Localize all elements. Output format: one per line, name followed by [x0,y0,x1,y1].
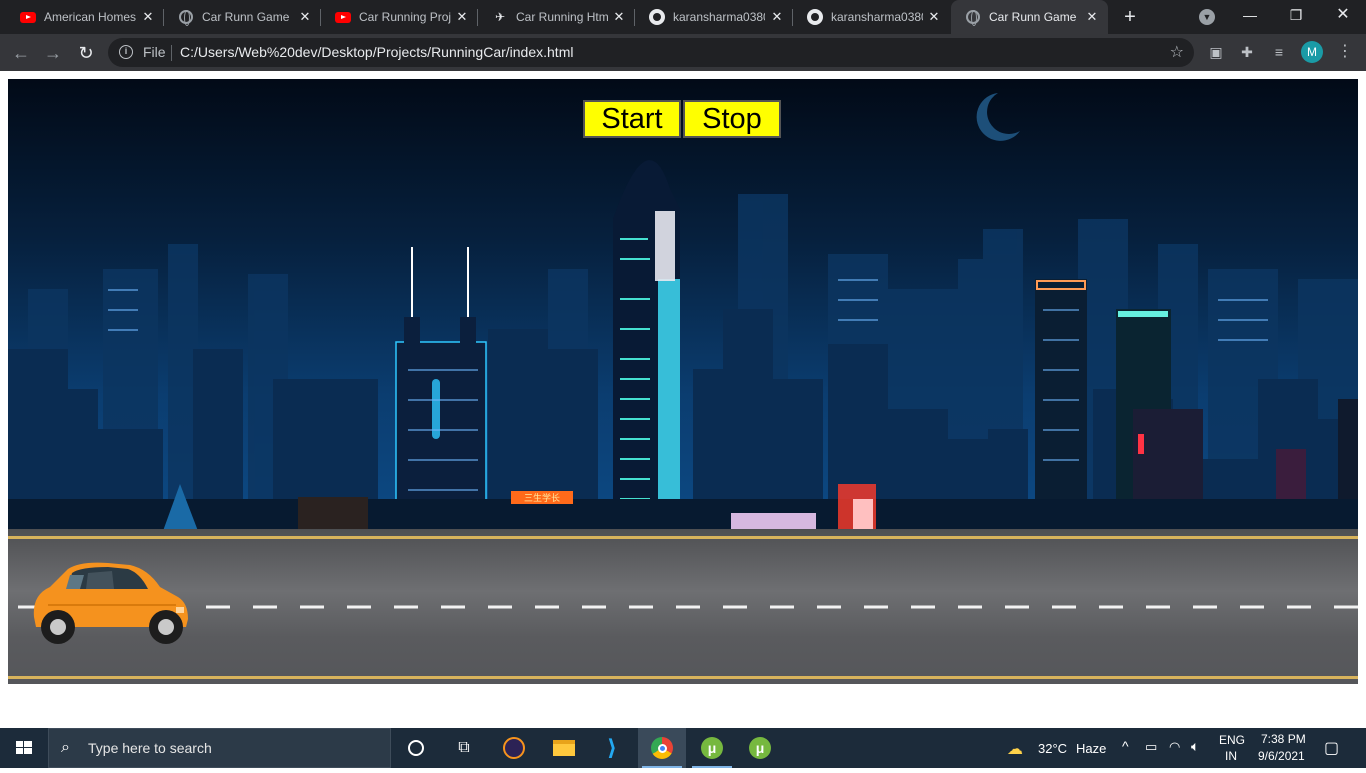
volume-icon[interactable]: 🔈︎ [1191,738,1199,755]
windows-taskbar: ⌕ Type here to search ⧉ ⟩ μ μ ☁ 32°C Haz… [0,728,1366,768]
page-viewport: 三生学长 Start Stop [0,71,1366,728]
tab-title: American Homes [44,10,136,24]
close-window-button[interactable]: ✕ [1320,0,1366,30]
close-icon[interactable]: ✕ [926,9,942,25]
tab-title: Car Runn Game [989,10,1077,24]
minimize-button[interactable]: — [1227,0,1273,30]
profile-avatar[interactable]: M [1301,41,1323,63]
close-icon[interactable]: ✕ [454,9,470,25]
tab-american-homes[interactable]: American Homes ✕ [6,0,164,34]
close-icon[interactable]: ✕ [1084,9,1100,25]
forward-button[interactable]: → [40,40,66,66]
taskbar-search-box[interactable]: ⌕ Type here to search [48,728,391,768]
language-secondary[interactable]: IN [1225,749,1237,763]
vscode-icon[interactable]: ⟩ [588,728,636,768]
wifi-icon[interactable]: ◠ [1169,739,1180,755]
weather-temp[interactable]: 32°C [1038,741,1067,756]
chrome-taskbar-icon[interactable] [638,728,686,768]
utorrent-icon[interactable]: μ [688,728,736,768]
url-text[interactable]: C:/Users/Web%20dev/Desktop/Projects/Runn… [180,44,573,60]
globe-icon [965,9,981,26]
scheme-label: File [143,44,166,60]
tab-title: Car Running Proj [359,10,451,24]
moon-icon [976,93,1020,141]
clock-date[interactable]: 9/6/2021 [1258,749,1305,763]
language-primary[interactable]: ENG [1219,733,1245,747]
file-explorer-icon[interactable] [540,728,588,768]
stop-button[interactable]: Stop [683,100,781,138]
youtube-icon [335,9,351,25]
weather-icon[interactable]: ☁ [1007,739,1023,759]
road [8,529,1358,684]
info-icon[interactable]: i [119,45,133,59]
extensions-icon[interactable]: ✚ [1237,42,1257,62]
weather-condition[interactable]: Haze [1076,741,1106,756]
tab-car-running-proj[interactable]: Car Running Proj ✕ [321,0,478,34]
reload-button[interactable]: ↻ [73,40,99,66]
search-placeholder: Type here to search [88,740,212,756]
skyline-illustration: 三生学长 [8,93,1358,532]
new-tab-button[interactable]: + [1118,5,1142,29]
game-canvas: 三生学长 Start Stop [8,79,1358,684]
browser-toolbar: ← → ↻ i File C:/Users/Web%20dev/Desktop/… [0,34,1366,71]
lane-markings [18,605,1358,609]
game-controls: Start Stop [583,100,781,138]
tab-title: Car Runn Game [202,10,290,24]
tab-github-1[interactable]: karansharma0380 ✕ [635,0,793,34]
tab-car-runn-game[interactable]: Car Runn Game ✕ [164,0,321,34]
tab-strip: American Homes ✕ Car Runn Game ✕ Car Run… [0,0,1366,34]
globe-icon [178,9,194,26]
bookmark-star-icon[interactable]: ☆ [1170,42,1184,62]
github-icon [807,9,823,25]
menu-kebab-icon[interactable]: ⋮ [1335,42,1355,62]
tab-title: karansharma0380 [831,10,923,24]
close-icon[interactable]: ✕ [611,9,627,25]
cortana-icon[interactable] [392,728,440,768]
eclipse-app-icon[interactable] [490,728,538,768]
clock-time[interactable]: 7:38 PM [1261,732,1306,746]
media-control-icon[interactable]: ≡ [1269,42,1289,62]
tab-github-2[interactable]: karansharma0380 ✕ [793,0,950,34]
tab-search-icon[interactable]: ▼ [1199,9,1215,25]
youtube-icon [20,9,36,25]
task-view-icon[interactable]: ⧉ [440,728,488,768]
extension-puzzle-icon[interactable]: ▣ [1206,42,1226,62]
player-car [33,562,188,644]
chevron-up-icon[interactable]: ^ [1122,738,1129,754]
divider [171,45,172,61]
city-background: 三生学长 [8,79,1358,532]
address-bar[interactable]: i File C:/Users/Web%20dev/Desktop/Projec… [108,38,1194,67]
tab-car-running-htm[interactable]: ✈ Car Running Htm ✕ [478,0,635,34]
close-icon[interactable]: ✕ [769,9,785,25]
start-button[interactable]: Start [583,100,681,138]
windows-start-button[interactable] [0,728,48,768]
tab-title: Car Running Htm [516,10,608,24]
battery-icon[interactable]: ▭ [1145,739,1157,755]
github-icon [649,9,665,25]
back-button[interactable]: ← [8,40,34,66]
utorrent-icon-2[interactable]: μ [736,728,784,768]
neon-sign-text: 三生学长 [524,492,560,504]
maximize-button[interactable]: ❐ [1273,0,1319,30]
tab-title: karansharma0380 [673,10,765,24]
windows-logo-icon [16,741,32,754]
close-icon[interactable]: ✕ [297,9,313,25]
close-icon[interactable]: ✕ [140,9,156,25]
chrome-dino-icon: ✈ [494,10,506,24]
tab-car-runn-game-active[interactable]: Car Runn Game ✕ [951,0,1108,34]
notification-icon[interactable]: ▢ [1324,738,1339,758]
search-icon: ⌕ [61,739,70,756]
